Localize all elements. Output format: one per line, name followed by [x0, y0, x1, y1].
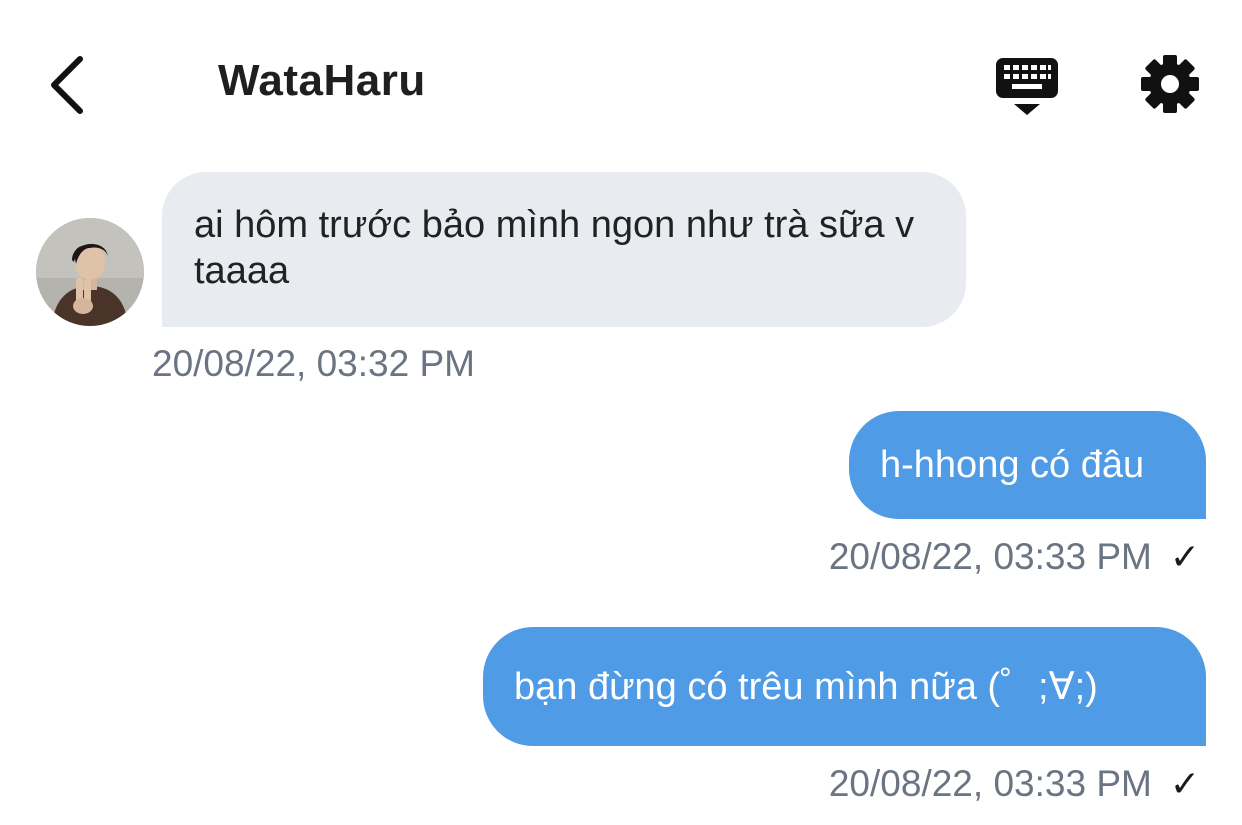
message-bubble-outgoing[interactable]: bạn đừng có trêu mình nữa (゜;∀;): [483, 627, 1206, 746]
message-timestamp: 20/08/22, 03:33 PM: [828, 536, 1152, 577]
message-text: h-hhong có đâu: [880, 444, 1145, 486]
chat-title: WataHaru: [218, 56, 426, 105]
avatar-photo: [36, 218, 144, 326]
chat-screen: WataHaru ai hôm trước bảo mình ngon như …: [0, 0, 1242, 825]
sent-check-icon: ✓: [1169, 763, 1200, 804]
settings-button[interactable]: [1138, 52, 1202, 116]
message-timestamp: 20/08/22, 03:32 PM: [152, 343, 475, 384]
keyboard-toggle-button[interactable]: [990, 52, 1064, 122]
keyboard-hide-icon: [996, 58, 1058, 115]
message-meta: 20/08/22, 03:33 PM ✓: [829, 536, 1200, 578]
back-button[interactable]: [40, 50, 92, 120]
message-text: bạn đừng có trêu mình nữa (゜;∀;): [514, 666, 1098, 708]
message-meta: 20/08/22, 03:33 PM ✓: [829, 763, 1200, 805]
message-bubble-incoming[interactable]: ai hôm trước bảo mình ngon như trà sữa v…: [162, 172, 966, 327]
gear-icon: [1141, 55, 1199, 113]
chevron-left-icon: [51, 56, 83, 114]
sent-check-icon: ✓: [1169, 536, 1200, 577]
message-timestamp: 20/08/22, 03:33 PM: [828, 763, 1152, 804]
message-bubble-outgoing[interactable]: h-hhong có đâu: [849, 411, 1206, 519]
message-text: ai hôm trước bảo mình ngon như trà sữa v…: [194, 204, 915, 292]
contact-avatar[interactable]: [36, 218, 144, 326]
